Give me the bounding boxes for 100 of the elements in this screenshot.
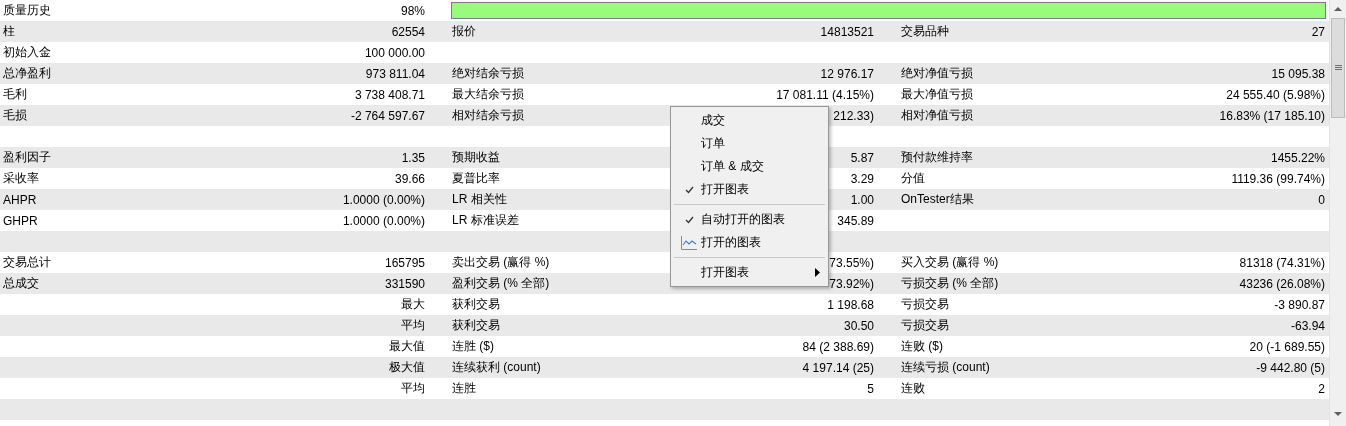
stat-value: 81318 (74.31%) [1239,255,1325,270]
stat-value: 最大 [401,296,425,313]
stat-label: 分值 [901,170,925,187]
stat-label: 盈利因子 [3,149,51,166]
stat-label: 毛利 [3,86,27,103]
menu-item[interactable]: 成交 [671,109,828,132]
stat-label: 连胜 [452,380,476,397]
stat-label: 总净盈利 [3,65,51,82]
stat-label: 夏普比率 [452,170,500,187]
stat-value: -63.94 [1290,318,1325,333]
stat-value: 62554 [391,24,425,39]
scroll-up-icon[interactable] [1334,6,1342,11]
menu-item[interactable]: 自动打开的图表 [671,208,828,231]
stat-value: 17 081.11 (4.15%) [776,87,874,102]
stat-value: 14813521 [820,24,874,39]
stat-value: 973 811.04 [365,66,425,81]
stat-label: 报价 [452,23,476,40]
stat-value: 4 197.14 (25) [802,360,874,375]
stat-value: 1.35 [401,150,425,165]
stat-value: 331590 [384,276,425,291]
stat-label: 获利交易 [452,296,500,313]
stat-label: 最大结余亏损 [452,86,524,103]
stat-value: 0 [1318,192,1325,207]
stat-value: 3.29 [850,171,874,186]
stat-value: 30.50 [843,318,874,333]
stat-label: 买入交易 (赢得 %) [901,254,999,271]
stat-value: 212.33) [833,108,874,123]
stat-value: 20 (-1 689.55) [1249,339,1325,354]
stat-label: 亏损交易 [901,296,949,313]
stat-label: 柱 [3,23,15,40]
stat-value: 平均 [401,317,425,334]
stat-label: 预期收益 [452,149,500,166]
line-chart-icon [681,235,697,250]
stat-label: 总成交 [3,275,39,292]
stat-value: 16.83% (17 185.10) [1219,108,1325,123]
stat-label: 交易品种 [901,23,949,40]
stat-label: 盈利交易 (% 全部) [452,275,550,292]
stat-label: 绝对结余亏损 [452,65,524,82]
stat-value: 98% [400,3,425,18]
stat-label: GHPR [3,213,38,228]
menu-item[interactable]: 订单 [671,132,828,155]
stat-value: 1 198.68 [827,297,874,312]
stat-value: 165795 [384,255,425,270]
stat-label: 相对结余亏损 [452,107,524,124]
stat-value: 平均 [401,380,425,397]
stat-value: 84 (2 388.69) [802,339,874,354]
menu-item[interactable]: 打开图表 [671,178,828,201]
stat-value: 100 000.00 [364,45,425,60]
stat-label: 质量历史 [3,2,51,19]
stat-label: 亏损交易 [901,317,949,334]
stat-label: 初始入金 [3,44,51,61]
stat-value: 39.66 [394,171,425,186]
stat-value: 43236 (26.08%) [1239,276,1325,291]
menu-item[interactable]: 订单 & 成交 [671,155,828,178]
stat-label: 绝对净值亏损 [901,65,973,82]
stat-value: 2 [1318,381,1325,396]
stat-value: 1119.36 (99.74%) [1231,171,1325,186]
stat-value: 24 555.40 (5.98%) [1226,87,1325,102]
stat-label: 卖出交易 (赢得 %) [452,254,550,271]
stat-value: 1.00 [850,192,874,207]
stat-value: 3 738 408.71 [354,87,425,102]
stat-label: 连续亏损 (count) [901,359,990,376]
stat-label: 获利交易 [452,317,500,334]
stat-label: 预付款维持率 [901,149,973,166]
stat-label: 连续获利 (count) [452,359,541,376]
stat-label: 相对净值亏损 [901,107,973,124]
stat-value: 最大值 [389,338,425,355]
stat-value: 12 976.17 [820,66,874,81]
stat-label: AHPR [3,192,37,207]
stat-label: 采收率 [3,170,39,187]
stat-label: 交易总计 [3,254,51,271]
stat-label: LR 相关性 [452,191,507,208]
stat-label: 连败 [901,380,925,397]
stat-value: 73.55%) [829,255,874,270]
stat-label: 最大净值亏损 [901,86,973,103]
stat-value: 1.0000 (0.00%) [342,213,425,228]
stat-value: 1455.22% [1270,150,1325,165]
submenu-arrow-icon [815,268,820,277]
stat-label: LR 标准误差 [452,212,519,229]
menu-item[interactable]: 打开图表 [671,261,828,284]
stat-value: -9 442.80 (5) [1256,360,1325,375]
stat-label: 毛损 [3,107,27,124]
stat-value: 1.0000 (0.00%) [342,192,425,207]
stat-label: OnTester结果 [901,191,974,208]
stat-value: -3 890.87 [1274,297,1325,312]
stat-value: 5 [867,381,874,396]
stat-value: 73.92%) [829,276,874,291]
stat-label: 亏损交易 (% 全部) [901,275,999,292]
scroll-down-icon[interactable] [1334,412,1342,417]
stat-value: 极大值 [389,359,425,376]
stat-label: 连胜 ($) [452,338,494,355]
stat-value: 15 095.38 [1271,66,1325,81]
stat-value: 345.89 [837,213,874,228]
scroll-thumb[interactable] [1331,18,1345,118]
stat-value: -2 764 597.67 [350,108,425,123]
stat-label: 连败 ($) [901,338,943,355]
scrollbar[interactable] [1329,0,1346,426]
menu-item[interactable]: 打开的图表 [671,231,828,254]
stat-value: 27 [1311,24,1325,39]
stat-value: 5.87 [850,150,874,165]
